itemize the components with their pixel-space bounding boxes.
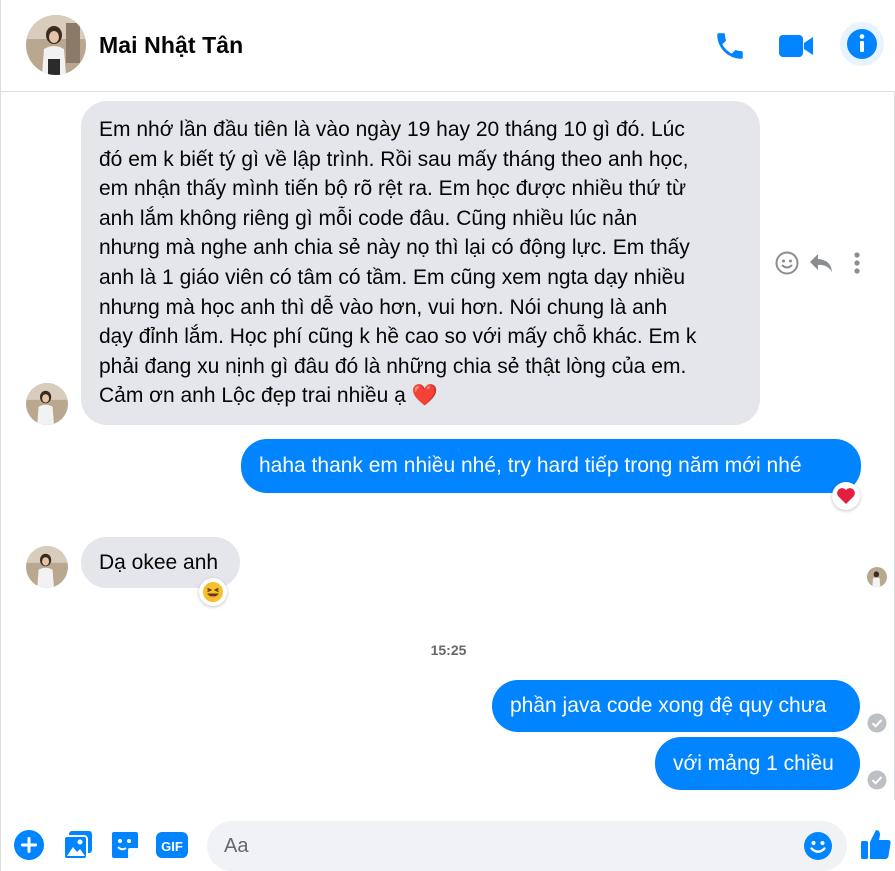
react-icon[interactable]	[772, 248, 802, 278]
image-icon[interactable]	[61, 828, 95, 862]
plus-icon[interactable]	[12, 828, 46, 862]
sent-check-icon	[867, 713, 887, 733]
message-bubble-outgoing[interactable]: haha thank em nhiều nhé, try hard tiếp t…	[241, 439, 861, 493]
laughing-reaction-icon[interactable]	[199, 578, 227, 606]
more-options-icon[interactable]	[842, 248, 872, 278]
sender-avatar[interactable]	[26, 546, 68, 588]
seen-by-avatar	[867, 567, 887, 587]
sticker-icon[interactable]	[108, 828, 142, 862]
chat-header: Mai Nhật Tân	[1, 0, 895, 92]
message-actions	[772, 248, 872, 280]
contact-avatar[interactable]	[26, 15, 86, 75]
emoji-icon[interactable]	[802, 830, 834, 862]
message-input-container	[207, 821, 847, 871]
sent-check-icon	[867, 770, 887, 790]
gif-icon[interactable]: GIF	[155, 828, 189, 862]
reply-icon[interactable]	[806, 248, 836, 278]
message-bubble-outgoing[interactable]: với mảng 1 chiều	[655, 737, 860, 790]
message-bubble-outgoing[interactable]: phần java code xong đệ quy chưa	[492, 680, 860, 732]
video-camera-icon[interactable]	[776, 26, 816, 66]
message-timestamp: 15:25	[430, 642, 467, 658]
heart-reaction-icon[interactable]	[832, 482, 860, 510]
sender-avatar[interactable]	[26, 383, 68, 425]
chat-window: Mai Nhật Tân Em nhớ lần đầu tiên là vào …	[0, 0, 895, 871]
contact-name[interactable]: Mai Nhật Tân	[99, 32, 243, 59]
message-input[interactable]	[207, 821, 787, 871]
svg-text:GIF: GIF	[161, 839, 183, 854]
thumbs-up-icon[interactable]	[859, 827, 893, 861]
message-bubble-incoming[interactable]: Em nhớ lần đầu tiên là vào ngày 19 hay 2…	[81, 101, 760, 425]
info-icon[interactable]	[840, 22, 884, 66]
phone-icon[interactable]	[710, 26, 750, 66]
composer-bar: GIF	[1, 800, 895, 871]
